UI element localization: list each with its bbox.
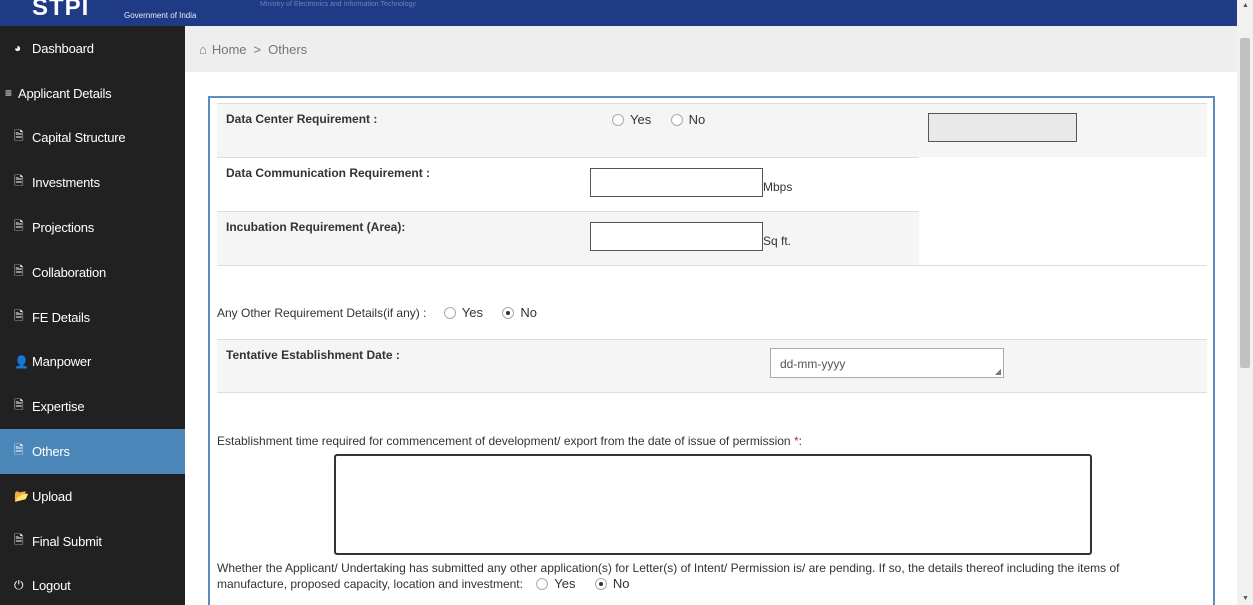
sidebar-item-logout[interactable]: ⏻ Logout [0, 564, 185, 605]
sidebar-item-label: Manpower [32, 354, 92, 370]
document-icon: 🗎 [14, 174, 24, 189]
data-comm-value-cell: Mbps [582, 157, 919, 211]
dashboard-icon: ◕ [14, 41, 22, 56]
no-label: No [688, 112, 706, 127]
page-scrollbar[interactable]: ▲ ▼ [1237, 0, 1253, 605]
tentative-date-label: Tentative Establishment Date : [217, 339, 762, 393]
sidebar-item-expertise[interactable]: 🗎 Expertise [0, 384, 185, 429]
other-application-line2: manufacture, proposed capacity, location… [217, 576, 1207, 592]
document-icon: 🗎 [14, 398, 24, 413]
no-label: No [520, 305, 537, 320]
sidebar-item-label: Investments [32, 175, 100, 191]
sqft-unit: Sq ft. [763, 234, 792, 248]
document-icon: 🗎 [14, 532, 24, 547]
resize-handle-icon: ◢ [994, 367, 1001, 376]
data-center-row: Data Center Requirement : Yes No [217, 103, 1207, 157]
sidebar-item-dashboard[interactable]: ◕ Dashboard [0, 26, 185, 71]
breadcrumb-current: Others [268, 41, 308, 57]
date-placeholder: dd-mm-yyyy [780, 357, 846, 371]
sidebar-item-label: Upload [32, 488, 72, 504]
tentative-date-row: Tentative Establishment Date : dd-mm-yyy… [217, 339, 1207, 393]
data-center-label: Data Center Requirement : [217, 103, 582, 157]
sidebar-item-label: Logout [32, 578, 71, 594]
document-icon: 🗎 [14, 129, 24, 144]
other-requirement-line: Any Other Requirement Details(if any) : … [217, 305, 553, 320]
sidebar-item-investments[interactable]: 🗎 Investments [0, 160, 185, 205]
main-content: ⌂ Home > Others Data Center Requirement … [185, 26, 1237, 605]
other-req-no-radio[interactable] [502, 307, 515, 319]
other-application-block: Whether the Applicant/ Undertaking has s… [217, 560, 1207, 592]
data-center-detail-input [928, 113, 1077, 142]
data-comm-label: Data Communication Requirement : [217, 157, 582, 211]
breadcrumb-home[interactable]: Home [212, 42, 247, 57]
other-req-yes-radio[interactable] [443, 307, 456, 319]
other-requirement-label: Any Other Requirement Details(if any) : [217, 306, 427, 320]
stpi-logo: STPI [32, 0, 90, 21]
sidebar-item-label: Expertise [32, 399, 85, 415]
sidebar-item-label: Dashboard [32, 40, 94, 56]
sidebar-item-label: Collaboration [32, 264, 107, 280]
scroll-up-arrow-icon[interactable]: ▲ [1242, 2, 1249, 9]
colon: : [798, 434, 802, 448]
establishment-time-textarea[interactable] [334, 454, 1092, 555]
table-divider [217, 265, 1207, 266]
document-icon: 🗎 [14, 219, 24, 234]
scrollbar-thumb[interactable] [1240, 38, 1250, 368]
sidebar-item-label: Capital Structure [32, 130, 126, 146]
sidebar-item-upload[interactable]: 📂 Upload [0, 474, 185, 519]
sidebar-item-label: Final Submit [32, 533, 102, 549]
data-center-options: Yes No [582, 103, 919, 157]
gov-text: Government of India [124, 11, 197, 20]
others-form: Data Center Requirement : Yes No Data Co… [208, 96, 1215, 605]
establishment-time-label: Establishment time required for commence… [217, 434, 791, 448]
document-icon: 🗎 [14, 443, 24, 458]
data-center-no-radio[interactable] [670, 114, 683, 126]
folder-icon: 📂 [14, 489, 29, 504]
sidebar-item-manpower[interactable]: 👤 Manpower [0, 340, 185, 385]
scroll-down-arrow-icon[interactable]: ▼ [1242, 595, 1249, 602]
establishment-time-line: Establishment time required for commence… [217, 434, 802, 448]
breadcrumb: ⌂ Home > Others [185, 26, 1237, 72]
data-comm-row: Data Communication Requirement : Mbps [217, 157, 919, 211]
sidebar-item-collaboration[interactable]: 🗎 Collaboration [0, 250, 185, 295]
sidebar: ◕ Dashboard ≡ Applicant Details 🗎 Capita… [0, 26, 185, 605]
data-center-yes-radio[interactable] [612, 114, 624, 126]
no-label: No [612, 576, 630, 591]
sidebar-item-applicant-details[interactable]: ≡ Applicant Details [0, 71, 185, 116]
sidebar-item-final-submit[interactable]: 🗎 Final Submit [0, 519, 185, 564]
other-application-label-line1: Whether the Applicant/ Undertaking has s… [217, 561, 1120, 575]
mbps-unit: Mbps [763, 180, 793, 194]
incubation-label: Incubation Requirement (Area): [217, 211, 582, 265]
tentative-date-cell: dd-mm-yyyy ◢ [762, 339, 1207, 393]
sidebar-item-label: Others [32, 444, 70, 460]
breadcrumb-separator: > [253, 41, 262, 57]
incubation-input[interactable] [590, 222, 763, 251]
yes-label: Yes [554, 576, 576, 591]
user-icon: 👤 [14, 354, 29, 369]
data-center-extra-cell [919, 103, 1207, 157]
other-application-label-line2: manufacture, proposed capacity, location… [217, 577, 523, 591]
ministry-text: Ministry of Electronics and Information … [260, 1, 416, 8]
data-comm-input[interactable] [590, 168, 763, 197]
sidebar-item-capital-structure[interactable]: 🗎 Capital Structure [0, 116, 185, 161]
document-icon: 🗎 [14, 308, 24, 323]
power-icon: ⏻ [14, 578, 24, 593]
sidebar-item-label: FE Details [32, 309, 90, 325]
sidebar-item-label: Projections [32, 220, 95, 236]
yes-label: Yes [630, 112, 652, 127]
sidebar-item-projections[interactable]: 🗎 Projections [0, 205, 185, 250]
list-icon: ≡ [5, 86, 12, 101]
sidebar-item-label: Applicant Details [18, 85, 112, 101]
document-icon: 🗎 [14, 263, 24, 278]
incubation-value-cell: Sq ft. [582, 211, 919, 265]
other-app-no-radio[interactable] [594, 578, 607, 590]
top-header: STPI Government of India Ministry of Ele… [0, 0, 1237, 26]
sidebar-item-others[interactable]: 🗎 Others [0, 429, 185, 474]
home-icon: ⌂ [199, 41, 207, 57]
other-app-yes-radio[interactable] [536, 578, 549, 590]
tentative-date-input[interactable]: dd-mm-yyyy ◢ [770, 348, 1004, 378]
yes-label: Yes [461, 305, 483, 320]
incubation-row: Incubation Requirement (Area): Sq ft. [217, 211, 919, 265]
sidebar-item-fe-details[interactable]: 🗎 FE Details [0, 295, 185, 340]
